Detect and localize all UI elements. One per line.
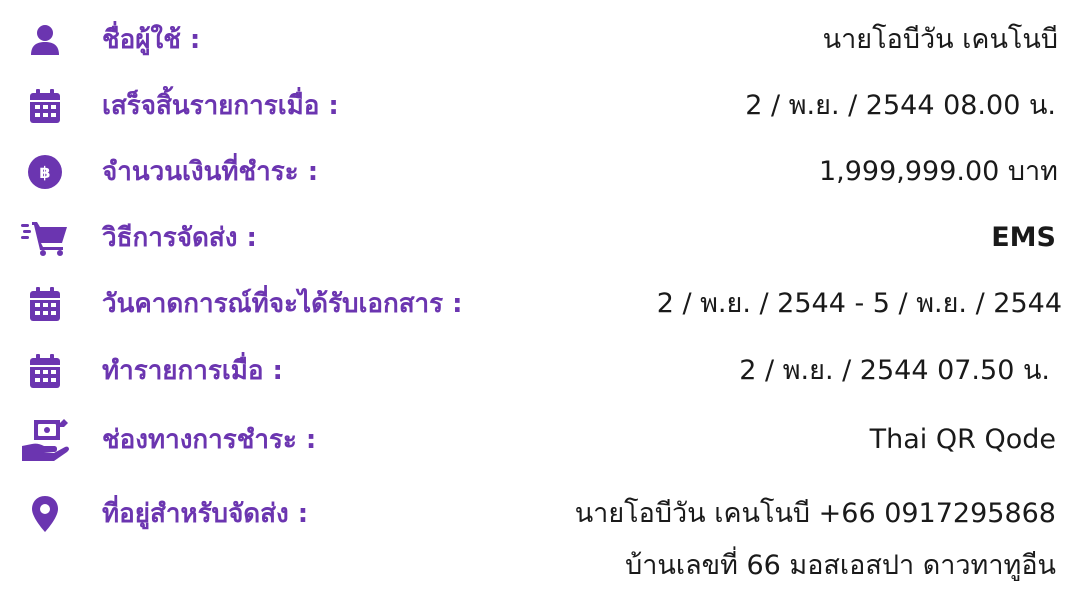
transaction-at-value: 2 / พ.ย. / 2544 07.50 น. [739,355,1050,386]
shipping-address-label: ที่อยู่สำหรับจัดส่ง : [102,499,309,529]
svg-text:฿: ฿ [39,163,50,182]
payment-channel-value: Thai QR Qode [869,424,1056,455]
user-icon [20,18,70,62]
amount-paid-value: 1,999,999.00 บาท [818,156,1058,187]
username-value: นายโอบีวัน เคนโนบี [822,24,1058,55]
row-username: ชื่อผู้ใช้ : นายโอบีวัน เคนโนบี [0,10,1086,70]
shipping-method-value: EMS [991,222,1056,253]
expected-date-label: วันคาดการณ์ที่จะได้รับเอกสาร : [102,289,463,319]
payment-channel-label: ช่องทางการชำระ : [102,425,317,455]
completed-at-label: เสร็จสิ้นรายการเมื่อ : [102,91,339,121]
location-pin-icon [20,492,70,536]
shipping-method-label: วิธีการจัดส่ง : [102,223,257,253]
row-expected-date: วันคาดการณ์ที่จะได้รับเอกสาร : 2 / พ.ย. … [0,274,1086,334]
baht-coin-icon: ฿ [20,150,70,194]
hand-money-icon [20,418,70,462]
username-label: ชื่อผู้ใช้ : [102,25,201,55]
row-shipping-method: วิธีการจัดส่ง : EMS [0,208,1086,268]
calendar-icon [20,84,70,128]
row-amount-paid: ฿ จำนวนเงินที่ชำระ : 1,999,999.00 บาท [0,142,1086,202]
amount-paid-label: จำนวนเงินที่ชำระ : [102,157,319,187]
calendar-icon [20,349,70,393]
shopping-cart-fast-icon [20,216,70,260]
row-transaction-at: ทำรายการเมื่อ : 2 / พ.ย. / 2544 07.50 น. [0,341,1086,401]
shipping-address-value-line1: นายโอบีวัน เคนโนบี +66 0917295868 [574,498,1056,529]
transaction-at-label: ทำรายการเมื่อ : [102,356,283,386]
calendar-icon [20,282,70,326]
row-shipping-address: ที่อยู่สำหรับจัดส่ง : นายโอบีวัน เคนโนบี… [0,484,1086,594]
row-payment-channel: ช่องทางการชำระ : Thai QR Qode [0,410,1086,470]
expected-date-value: 2 / พ.ย. / 2544 - 5 / พ.ย. / 2544 [656,288,1062,319]
row-completed-at: เสร็จสิ้นรายการเมื่อ : 2 / พ.ย. / 2544 0… [0,76,1086,136]
shipping-address-value-line2: บ้านเลขที่ 66 มอสเอสปา ดาวทาทูอีน [625,550,1056,581]
completed-at-value: 2 / พ.ย. / 2544 08.00 น. [745,90,1056,121]
